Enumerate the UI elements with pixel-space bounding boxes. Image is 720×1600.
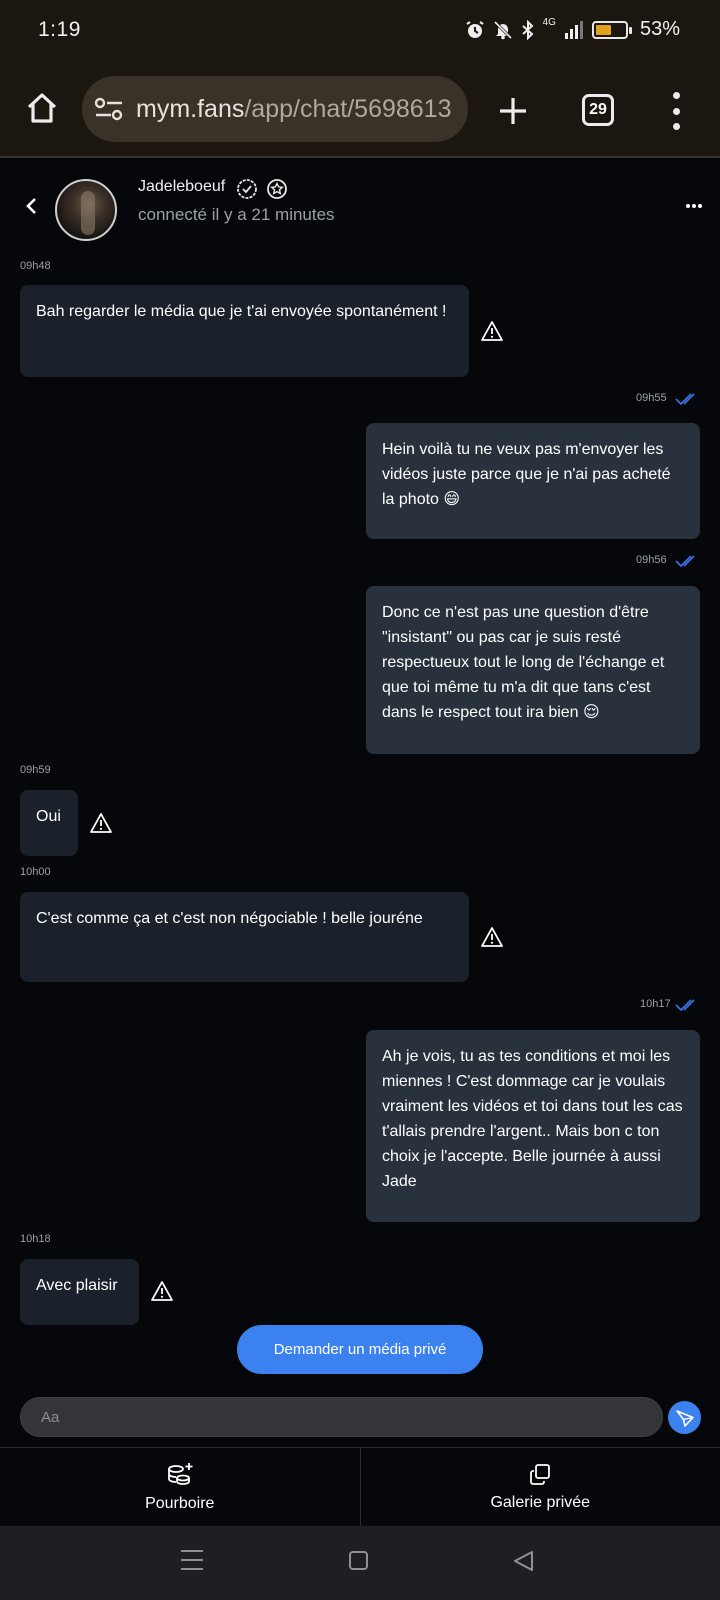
private-gallery-button[interactable]: Galerie privée [361, 1448, 720, 1526]
browser-toolbar: mym.fans/app/chat/5698613 29 [0, 64, 720, 158]
message-timestamp: 09h48 [20, 260, 51, 272]
message-timestamp: 09h55 [636, 392, 667, 404]
gallery-copy-icon [530, 1464, 551, 1485]
system-home-icon[interactable] [349, 1551, 368, 1570]
read-receipt-icon [675, 393, 695, 406]
alarm-icon [466, 20, 484, 38]
incoming-message[interactable]: C'est comme ça et c'est non négociable !… [20, 892, 469, 982]
report-warning-icon[interactable] [480, 926, 504, 948]
contact-avatar[interactable] [55, 179, 117, 241]
outgoing-message[interactable]: Ah je vois, tu as tes conditions et moi … [366, 1030, 700, 1222]
gallery-label: Galerie privée [490, 1494, 591, 1511]
report-warning-icon[interactable] [480, 320, 504, 342]
screen: 1:19 4G 53% mym.fans/app/chat/5698613 29… [0, 0, 720, 1600]
battery-percent: 53% [639, 18, 680, 40]
tip-label: Pourboire [145, 1495, 215, 1512]
incoming-message[interactable]: Bah regarder le média que je t'ai envoyé… [20, 285, 469, 377]
recent-apps-icon[interactable] [181, 1550, 203, 1570]
message-timestamp: 09h56 [636, 554, 667, 566]
status-time: 1:19 [38, 18, 81, 41]
message-timestamp: 10h18 [20, 1233, 51, 1245]
mute-icon [493, 20, 512, 39]
contact-status: connecté il y a 21 minutes [138, 205, 335, 224]
incoming-message[interactable]: Avec plaisir [20, 1259, 139, 1325]
report-warning-icon[interactable] [89, 812, 113, 834]
battery-icon [591, 20, 632, 39]
send-icon [675, 1409, 694, 1427]
back-chevron-icon[interactable] [24, 196, 40, 216]
outgoing-message[interactable]: Hein voilà tu ne veux pas m'envoyer les … [366, 423, 700, 539]
verified-badge-icon [237, 179, 257, 199]
site-settings-icon[interactable] [94, 96, 124, 122]
url-bar[interactable]: mym.fans/app/chat/5698613 [82, 76, 468, 142]
home-button[interactable] [22, 88, 62, 128]
chat-actions-bar: Pourboire Galerie privée [0, 1447, 720, 1526]
request-private-media-button[interactable]: Demander un média privé [237, 1325, 483, 1374]
message-timestamp: 10h17 [640, 998, 671, 1010]
network-type: 4G [542, 17, 556, 28]
message-timestamp: 09h59 [20, 764, 51, 776]
more-options-button[interactable] [686, 204, 702, 208]
tab-switcher-button[interactable]: 29 [582, 94, 614, 126]
report-warning-icon[interactable] [150, 1280, 174, 1302]
url-text: mym.fans/app/chat/5698613 [136, 95, 456, 124]
system-back-icon[interactable] [512, 1550, 534, 1572]
incoming-message[interactable]: Oui [20, 790, 78, 856]
chat-header: Jadeleboeuf connecté il y a 21 minutes [0, 160, 720, 252]
outgoing-message[interactable]: Donc ce n'est pas une question d'être "i… [366, 586, 700, 754]
bluetooth-icon [521, 19, 534, 40]
home-icon [27, 93, 57, 123]
contact-name[interactable]: Jadeleboeuf [138, 178, 225, 196]
signal-icon [564, 20, 583, 39]
send-button[interactable] [668, 1401, 701, 1434]
new-tab-button[interactable] [494, 92, 532, 130]
url-domain: mym.fans [136, 95, 245, 123]
coins-plus-icon [167, 1463, 193, 1485]
star-badge-icon [267, 179, 287, 199]
browser-menu-button[interactable] [664, 92, 688, 130]
plus-icon [500, 98, 526, 124]
status-icons: 4G 53% [465, 17, 680, 41]
tip-button[interactable]: Pourboire [0, 1448, 361, 1526]
message-input[interactable] [20, 1397, 663, 1437]
message-timestamp: 10h00 [20, 866, 51, 878]
system-nav-bar [0, 1526, 720, 1600]
read-receipt-icon [675, 555, 695, 568]
url-path: /app/chat/5698613 [244, 95, 452, 123]
status-bar: 1:19 4G 53% [0, 0, 720, 64]
read-receipt-icon [675, 999, 695, 1012]
